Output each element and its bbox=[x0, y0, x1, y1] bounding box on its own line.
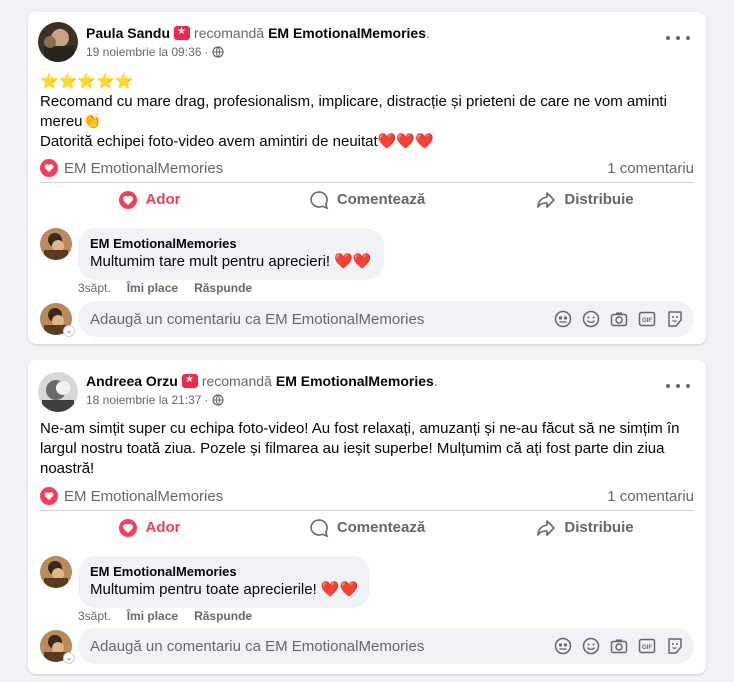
svg-text:GIF: GIF bbox=[642, 318, 652, 324]
reactions-row: EM EmotionalMemories 1 comentariu bbox=[40, 486, 694, 506]
post-meta: 18 noiembrie la 21:37 · bbox=[86, 393, 225, 407]
sticker-icon[interactable] bbox=[666, 637, 684, 655]
post-date[interactable]: 19 noiembrie la 09:36 bbox=[86, 45, 201, 59]
comment-input-placeholder: Adaugă un comentariu ca EM EmotionalMemo… bbox=[90, 637, 425, 655]
love-button[interactable]: Ador bbox=[40, 511, 258, 544]
post-actions: Ador Comentează Distribuie bbox=[40, 510, 694, 544]
share-button[interactable]: Distribuie bbox=[476, 511, 694, 544]
comment-composer: ⌄ Adaugă un comentariu ca EM EmotionalMe… bbox=[40, 628, 694, 664]
post-meta: 19 noiembrie la 09:36 · bbox=[86, 45, 225, 59]
comment-author[interactable]: EM EmotionalMemories bbox=[90, 564, 358, 580]
camera-icon[interactable] bbox=[610, 637, 628, 655]
love-label: Ador bbox=[145, 191, 181, 208]
post-text-line: Datorită echipei foto-video avem amintir… bbox=[40, 133, 434, 150]
gif-icon[interactable]: GIF bbox=[638, 637, 656, 655]
avatar-sticker-icon[interactable] bbox=[554, 637, 572, 655]
globe-icon bbox=[212, 394, 225, 406]
emoji-icon[interactable] bbox=[582, 637, 600, 655]
globe-icon bbox=[212, 46, 225, 58]
avatar-sticker-icon[interactable] bbox=[554, 310, 572, 328]
post-text-line: largul nostru toată ziua. Pozele și film… bbox=[40, 440, 665, 457]
comment-reply-button[interactable]: Răspunde bbox=[194, 281, 252, 295]
recommend-icon bbox=[181, 374, 198, 388]
more-options-icon[interactable] bbox=[666, 32, 690, 44]
chevron-down-icon[interactable]: ⌄ bbox=[63, 325, 75, 337]
composer-avatar[interactable]: ⌄ bbox=[40, 630, 75, 664]
post-card: Paula Sandu recomandă EM EmotionalMemori… bbox=[28, 12, 706, 344]
composer-icons: GIF bbox=[554, 637, 684, 655]
page-name-link[interactable]: EM EmotionalMemories bbox=[276, 373, 434, 389]
commenter-avatar[interactable] bbox=[40, 228, 72, 260]
comment-author[interactable]: EM EmotionalMemories bbox=[90, 236, 372, 252]
share-label: Distribuie bbox=[564, 519, 634, 536]
love-react-icon bbox=[118, 518, 137, 537]
post-date[interactable]: 18 noiembrie la 21:37 bbox=[86, 393, 201, 407]
comment-text: Multumim tare mult pentru aprecieri! ❤️❤… bbox=[90, 253, 372, 270]
reactions-summary[interactable]: EM EmotionalMemories bbox=[40, 159, 223, 177]
recommend-icon bbox=[174, 26, 191, 40]
comment-label: Comentează bbox=[336, 191, 426, 208]
recommends-label: recomandă bbox=[201, 373, 272, 389]
recommends-label: recomandă bbox=[194, 25, 265, 41]
comment-bubble: EM EmotionalMemories Multumim tare mult … bbox=[78, 228, 384, 280]
comment-button[interactable]: Comentează bbox=[258, 511, 476, 544]
post-text-line: Ne-am simțit super cu echipa foto-video!… bbox=[40, 420, 680, 437]
comment-text: Multumim pentru toate aprecierile! ❤️❤️ bbox=[90, 581, 359, 598]
post-body: ⭐⭐⭐⭐⭐ Recomand cu mare drag, profesional… bbox=[40, 72, 694, 152]
reactor-name: EM EmotionalMemories bbox=[64, 159, 224, 177]
gif-icon[interactable]: GIF bbox=[638, 310, 656, 328]
author-avatar[interactable] bbox=[38, 22, 78, 62]
love-button[interactable]: Ador bbox=[40, 183, 258, 216]
author-avatar[interactable] bbox=[38, 372, 78, 412]
post-text-line: mereu👏 bbox=[40, 113, 102, 130]
page-name-link[interactable]: EM EmotionalMemories bbox=[268, 25, 426, 41]
post-text-line: noastră! bbox=[40, 460, 95, 477]
love-react-icon bbox=[40, 487, 58, 505]
love-react-icon bbox=[118, 190, 137, 209]
share-button[interactable]: Distribuie bbox=[476, 183, 694, 216]
reactions-row: EM EmotionalMemories 1 comentariu bbox=[40, 158, 694, 178]
comment-icon bbox=[310, 190, 329, 209]
comment-button[interactable]: Comentează bbox=[258, 183, 476, 216]
camera-icon[interactable] bbox=[610, 310, 628, 328]
comment-label: Comentează bbox=[336, 519, 426, 536]
comment-actions: 3săpt. Îmi place Răspunde bbox=[78, 609, 252, 623]
more-options-icon[interactable] bbox=[666, 380, 690, 392]
sticker-icon[interactable] bbox=[666, 310, 684, 328]
comment-actions: 3săpt. Îmi place Răspunde bbox=[78, 281, 252, 295]
comment-composer: ⌄ Adaugă un comentariu ca EM EmotionalMe… bbox=[40, 301, 694, 337]
comment-like-button[interactable]: Îmi place bbox=[127, 281, 178, 295]
post-text-line: Recomand cu mare drag, profesionalism, i… bbox=[40, 93, 667, 110]
comment-like-button[interactable]: Îmi place bbox=[127, 609, 178, 623]
comment-icon bbox=[310, 518, 329, 537]
svg-text:GIF: GIF bbox=[642, 645, 652, 651]
author-name[interactable]: Paula Sandu bbox=[86, 25, 170, 41]
post-actions: Ador Comentează Distribuie bbox=[40, 182, 694, 216]
chevron-down-icon[interactable]: ⌄ bbox=[63, 652, 75, 664]
share-icon bbox=[537, 519, 556, 536]
share-label: Distribuie bbox=[564, 191, 634, 208]
comment-count[interactable]: 1 comentariu bbox=[607, 160, 694, 177]
comment-time[interactable]: 3săpt. bbox=[78, 609, 111, 623]
composer-avatar[interactable]: ⌄ bbox=[40, 303, 75, 337]
post-header: Andreea Orzu recomandă EM EmotionalMemor… bbox=[86, 373, 438, 389]
comment-reply-button[interactable]: Răspunde bbox=[194, 609, 252, 623]
share-icon bbox=[537, 191, 556, 208]
post-body: Ne-am simțit super cu echipa foto-video!… bbox=[40, 419, 694, 479]
love-react-icon bbox=[40, 159, 58, 177]
rating-stars: ⭐⭐⭐⭐⭐ bbox=[40, 73, 134, 90]
comment-input-placeholder: Adaugă un comentariu ca EM EmotionalMemo… bbox=[90, 310, 425, 328]
reactor-name: EM EmotionalMemories bbox=[64, 487, 224, 505]
love-label: Ador bbox=[145, 519, 181, 536]
comment-time[interactable]: 3săpt. bbox=[78, 281, 111, 295]
post-header: Paula Sandu recomandă EM EmotionalMemori… bbox=[86, 25, 430, 41]
post-card: Andreea Orzu recomandă EM EmotionalMemor… bbox=[28, 360, 706, 674]
comment-count[interactable]: 1 comentariu bbox=[607, 488, 694, 505]
emoji-icon[interactable] bbox=[582, 310, 600, 328]
reactions-summary[interactable]: EM EmotionalMemories bbox=[40, 487, 223, 505]
commenter-avatar[interactable] bbox=[40, 556, 72, 588]
comment-bubble: EM EmotionalMemories Multumim pentru toa… bbox=[78, 556, 371, 608]
author-name[interactable]: Andreea Orzu bbox=[86, 373, 178, 389]
composer-icons: GIF bbox=[554, 310, 684, 328]
